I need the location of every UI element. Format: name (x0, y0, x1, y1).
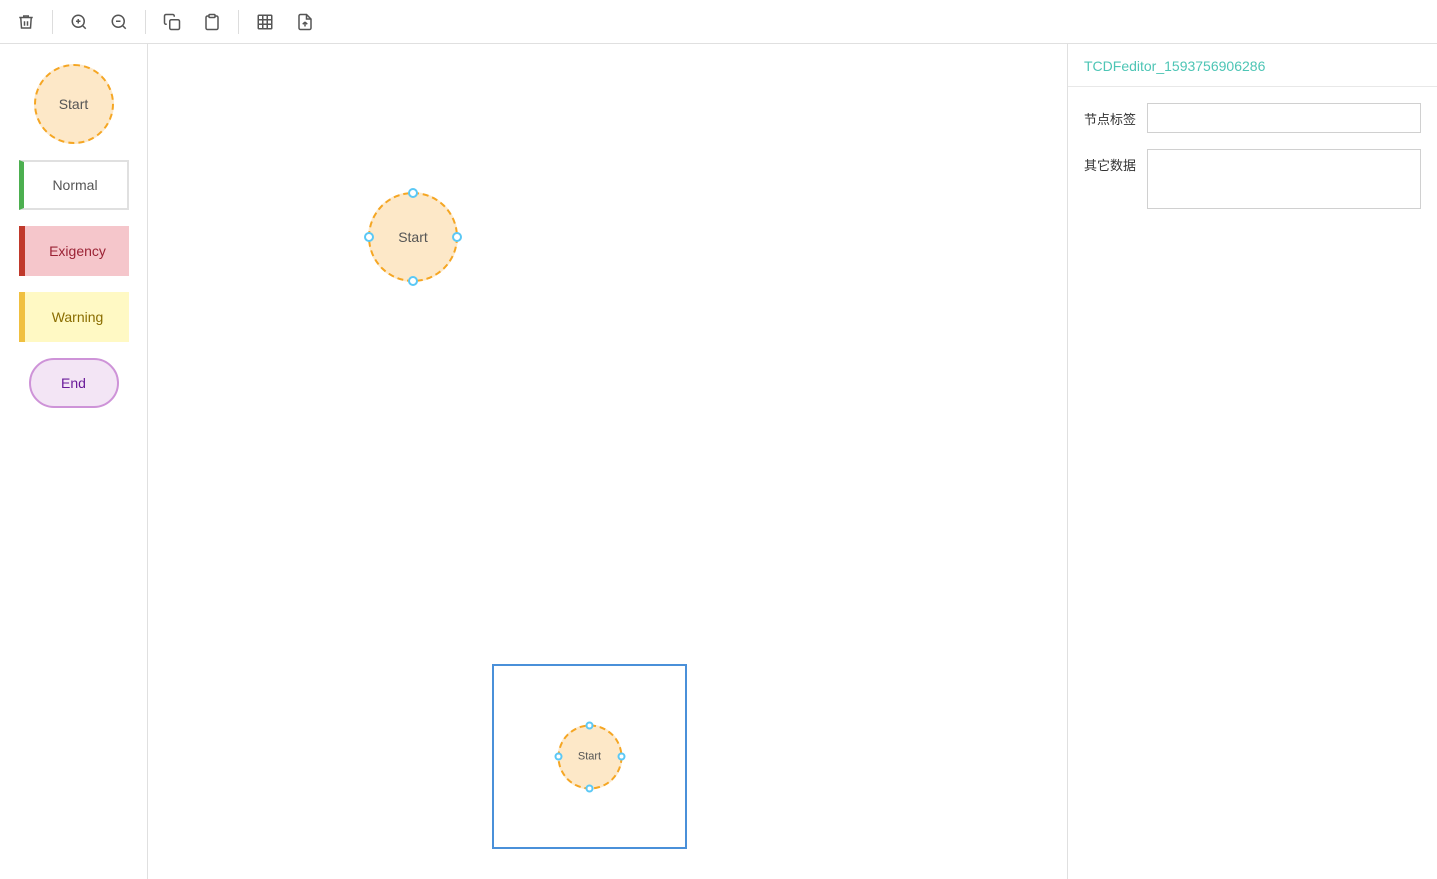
canvas-start-node[interactable]: Start (368, 192, 458, 282)
data-field-label: 其它数据 (1084, 149, 1139, 174)
zoom-in-button[interactable] (61, 4, 97, 40)
exigency-node-item[interactable]: Exigency (19, 226, 129, 276)
right-panel-header: TCDFeditor_1593756906286 (1068, 44, 1437, 87)
handle-bottom[interactable] (408, 276, 418, 286)
label-field-input[interactable] (1147, 103, 1421, 133)
right-panel-body: 节点标签 其它数据 (1068, 87, 1437, 225)
exigency-node-label: Exigency (49, 243, 106, 259)
data-field-textarea[interactable] (1147, 149, 1421, 209)
zoom-out-button[interactable] (101, 4, 137, 40)
divider-3 (238, 10, 239, 34)
minimap: Start (492, 664, 687, 849)
data-row: 其它数据 (1084, 149, 1421, 209)
handle-right[interactable] (452, 232, 462, 242)
warning-node-item[interactable]: Warning (19, 292, 129, 342)
minimap-node: Start (557, 724, 622, 789)
main-area: Start Normal Exigency Warning End Start (0, 44, 1437, 879)
label-field-label: 节点标签 (1084, 103, 1139, 128)
minimap-node-label: Start (578, 751, 601, 763)
canvas-start-node-circle: Start (368, 192, 458, 282)
toolbar (0, 0, 1437, 44)
start-node-label: Start (59, 96, 89, 112)
divider-1 (52, 10, 53, 34)
end-node-label: End (61, 375, 86, 391)
canvas-start-node-label: Start (398, 229, 428, 245)
normal-node-label: Normal (52, 177, 97, 193)
minimap-handle-right (617, 753, 625, 761)
fit-button[interactable] (247, 4, 283, 40)
minimap-handle-left (554, 753, 562, 761)
minimap-handle-top (586, 721, 594, 729)
handle-left[interactable] (364, 232, 374, 242)
right-panel: TCDFeditor_1593756906286 节点标签 其它数据 (1067, 44, 1437, 879)
delete-button[interactable] (8, 4, 44, 40)
minimap-node-circle: Start (557, 724, 622, 789)
start-node-item[interactable]: Start (34, 64, 114, 144)
warning-node-label: Warning (52, 309, 104, 325)
copy-button[interactable] (154, 4, 190, 40)
label-row: 节点标签 (1084, 103, 1421, 133)
normal-node-item[interactable]: Normal (19, 160, 129, 210)
canvas-area[interactable]: Start Start (148, 44, 1067, 879)
divider-2 (145, 10, 146, 34)
paste-button[interactable] (194, 4, 230, 40)
handle-top[interactable] (408, 188, 418, 198)
sidebar: Start Normal Exigency Warning End (0, 44, 148, 879)
end-node-item[interactable]: End (29, 358, 119, 408)
right-panel-title: TCDFeditor_1593756906286 (1084, 58, 1265, 74)
minimap-handle-bottom (586, 784, 594, 792)
export-button[interactable] (287, 4, 323, 40)
